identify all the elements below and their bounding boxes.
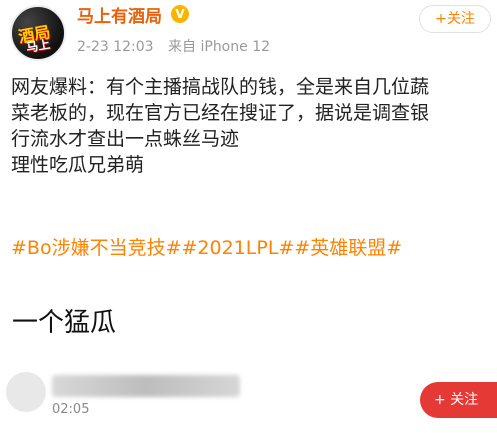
username[interactable]: 马上有酒局: [77, 2, 162, 27]
post-timestamp: 2-23 12:03: [77, 39, 154, 55]
post-line-3: 行流水才查出一点蛛丝马迹: [11, 128, 240, 150]
hashtags[interactable]: #Bo涉嫌不当竞技##2021LPL##英雄联盟#: [11, 233, 402, 260]
follow-button[interactable]: +关注: [419, 5, 491, 33]
bottom-avatar[interactable]: [6, 372, 46, 412]
weibo-post-card: 酒局 马上 马上有酒局 V 2-23 12:03 来自 iPhone 12 +关…: [0, 0, 497, 290]
bottom-time: 02:05: [52, 402, 90, 417]
post-line-4: 理性吃瓜兄弟萌: [11, 154, 145, 176]
post-line-1: 网友爆料：有个主播搞战队的钱，全是来自几位蔬: [11, 76, 430, 98]
bottom-follow-button[interactable]: + 关注: [420, 382, 497, 418]
post-body: 网友爆料：有个主播搞战队的钱，全是来自几位蔬 菜老板的，现在官方已经在搜证了，据…: [11, 74, 491, 178]
blurred-username: [52, 375, 240, 397]
verified-badge-icon: V: [171, 5, 189, 23]
post-meta: 2-23 12:03 来自 iPhone 12: [77, 36, 280, 56]
caption-title: 一个猛瓜: [12, 308, 117, 338]
bottom-user-bar: 02:05 + 关注: [0, 360, 497, 433]
post-line-2: 菜老板的，现在官方已经在搜证了，据说是调查银: [11, 102, 430, 124]
post-source: 来自 iPhone 12: [168, 39, 271, 55]
avatar[interactable]: 酒局 马上: [10, 5, 66, 61]
avatar-logo-text-2: 马上: [25, 37, 52, 55]
